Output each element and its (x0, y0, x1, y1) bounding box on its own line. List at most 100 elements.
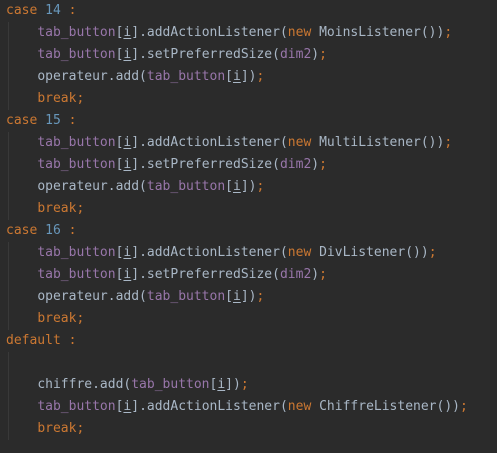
code-token: tab_button (37, 399, 116, 414)
code-line[interactable]: break; (6, 308, 84, 330)
code-token: new (287, 245, 320, 260)
code-token: chiffre.add( (37, 377, 132, 392)
code-line[interactable]: chiffre.add(tab_button[i]); (6, 374, 249, 396)
code-token: case (6, 3, 46, 18)
code-token: case (6, 223, 46, 238)
code-token: dim2 (279, 267, 312, 282)
code-token: : (60, 223, 77, 238)
code-token: 14 (45, 3, 61, 18)
code-token: DivListener()) (319, 245, 429, 260)
code-token: MoinsListener()) (319, 25, 445, 40)
code-token: i (217, 377, 226, 392)
code-token: ; (460, 399, 468, 414)
code-line[interactable]: operateur.add(tab_button[i]); (6, 66, 264, 88)
code-line[interactable]: tab_button[i].setPreferredSize(dim2); (6, 264, 327, 286)
code-line[interactable]: case 16 : (6, 220, 76, 242)
code-token: i (233, 69, 241, 84)
code-token: ]) (240, 179, 257, 194)
code-token: ; (428, 245, 437, 260)
code-token: : (68, 333, 77, 348)
code-token: new (287, 135, 320, 150)
code-token: tab_button (146, 289, 226, 304)
code-token: ]) (225, 377, 241, 392)
code-token: 16 (45, 223, 61, 238)
code-line[interactable]: tab_button[i].setPreferredSize(dim2); (6, 154, 327, 176)
code-token: ChiffreListener()) (319, 399, 460, 414)
code-token: break; (37, 91, 85, 106)
code-editor[interactable]: case 14 : tab_button[i].addActionListene… (0, 0, 497, 453)
code-token: ; (256, 179, 265, 194)
code-token: ; (256, 69, 265, 84)
code-token: : (60, 3, 77, 18)
code-token: dim2 (279, 47, 312, 62)
code-token: ; (319, 47, 327, 62)
code-token: operateur.add( (37, 69, 147, 84)
code-token: [ (225, 289, 233, 304)
code-token: operateur.add( (37, 179, 147, 194)
code-token: i (233, 289, 241, 304)
code-token: tab_button (131, 377, 210, 392)
code-token: ; (319, 267, 327, 282)
code-line[interactable]: operateur.add(tab_button[i]); (6, 176, 264, 198)
code-line[interactable]: break; (6, 418, 84, 440)
code-token: tab_button (37, 267, 116, 282)
code-token: new (287, 399, 320, 414)
code-line[interactable]: case 15 : (6, 110, 76, 132)
code-token: [ (225, 69, 233, 84)
code-line[interactable]: tab_button[i].addActionListener(new DivL… (6, 242, 437, 264)
code-token: default (6, 333, 69, 348)
code-line[interactable]: break; (6, 198, 84, 220)
code-token: ].addActionListener( (131, 25, 288, 40)
code-token: ].addActionListener( (131, 399, 288, 414)
code-token: break; (37, 311, 85, 326)
code-token: ].setPreferredSize( (131, 267, 280, 282)
code-token: tab_button (146, 179, 226, 194)
code-token: ; (256, 289, 265, 304)
code-line[interactable]: tab_button[i].addActionListener(new Moin… (6, 22, 452, 44)
code-line[interactable]: default : (6, 330, 76, 352)
code-token: operateur.add( (37, 289, 147, 304)
code-token: ; (240, 377, 249, 392)
code-token: ].addActionListener( (131, 135, 288, 150)
code-line[interactable]: tab_button[i].addActionListener(new Chif… (6, 396, 468, 418)
code-line[interactable]: operateur.add(tab_button[i]); (6, 286, 264, 308)
code-token: [ (225, 179, 233, 194)
code-token: break; (37, 201, 85, 216)
code-token: ].addActionListener( (131, 245, 288, 260)
code-token: ].setPreferredSize( (131, 157, 280, 172)
code-token: ; (319, 157, 327, 172)
code-token: ; (444, 25, 453, 40)
code-token: ; (444, 135, 453, 150)
code-token: ].setPreferredSize( (131, 47, 280, 62)
code-token: ]) (240, 289, 257, 304)
code-token: tab_button (37, 135, 116, 150)
code-line[interactable]: break; (6, 88, 84, 110)
code-token: case (6, 113, 46, 128)
code-token: 15 (45, 113, 61, 128)
code-token: ]) (240, 69, 257, 84)
code-line[interactable]: case 14 : (6, 0, 76, 22)
code-token: new (287, 25, 320, 40)
code-token: ) (311, 157, 320, 172)
code-token: tab_button (37, 157, 116, 172)
code-token: ) (311, 267, 320, 282)
code-token: dim2 (279, 157, 312, 172)
code-line[interactable]: tab_button[i].setPreferredSize(dim2); (6, 44, 327, 66)
code-token: tab_button (37, 47, 116, 62)
code-token: MultiListener()) (319, 135, 445, 150)
code-token: i (233, 179, 241, 194)
code-line[interactable]: tab_button[i].addActionListener(new Mult… (6, 132, 452, 154)
code-token: tab_button (37, 245, 116, 260)
